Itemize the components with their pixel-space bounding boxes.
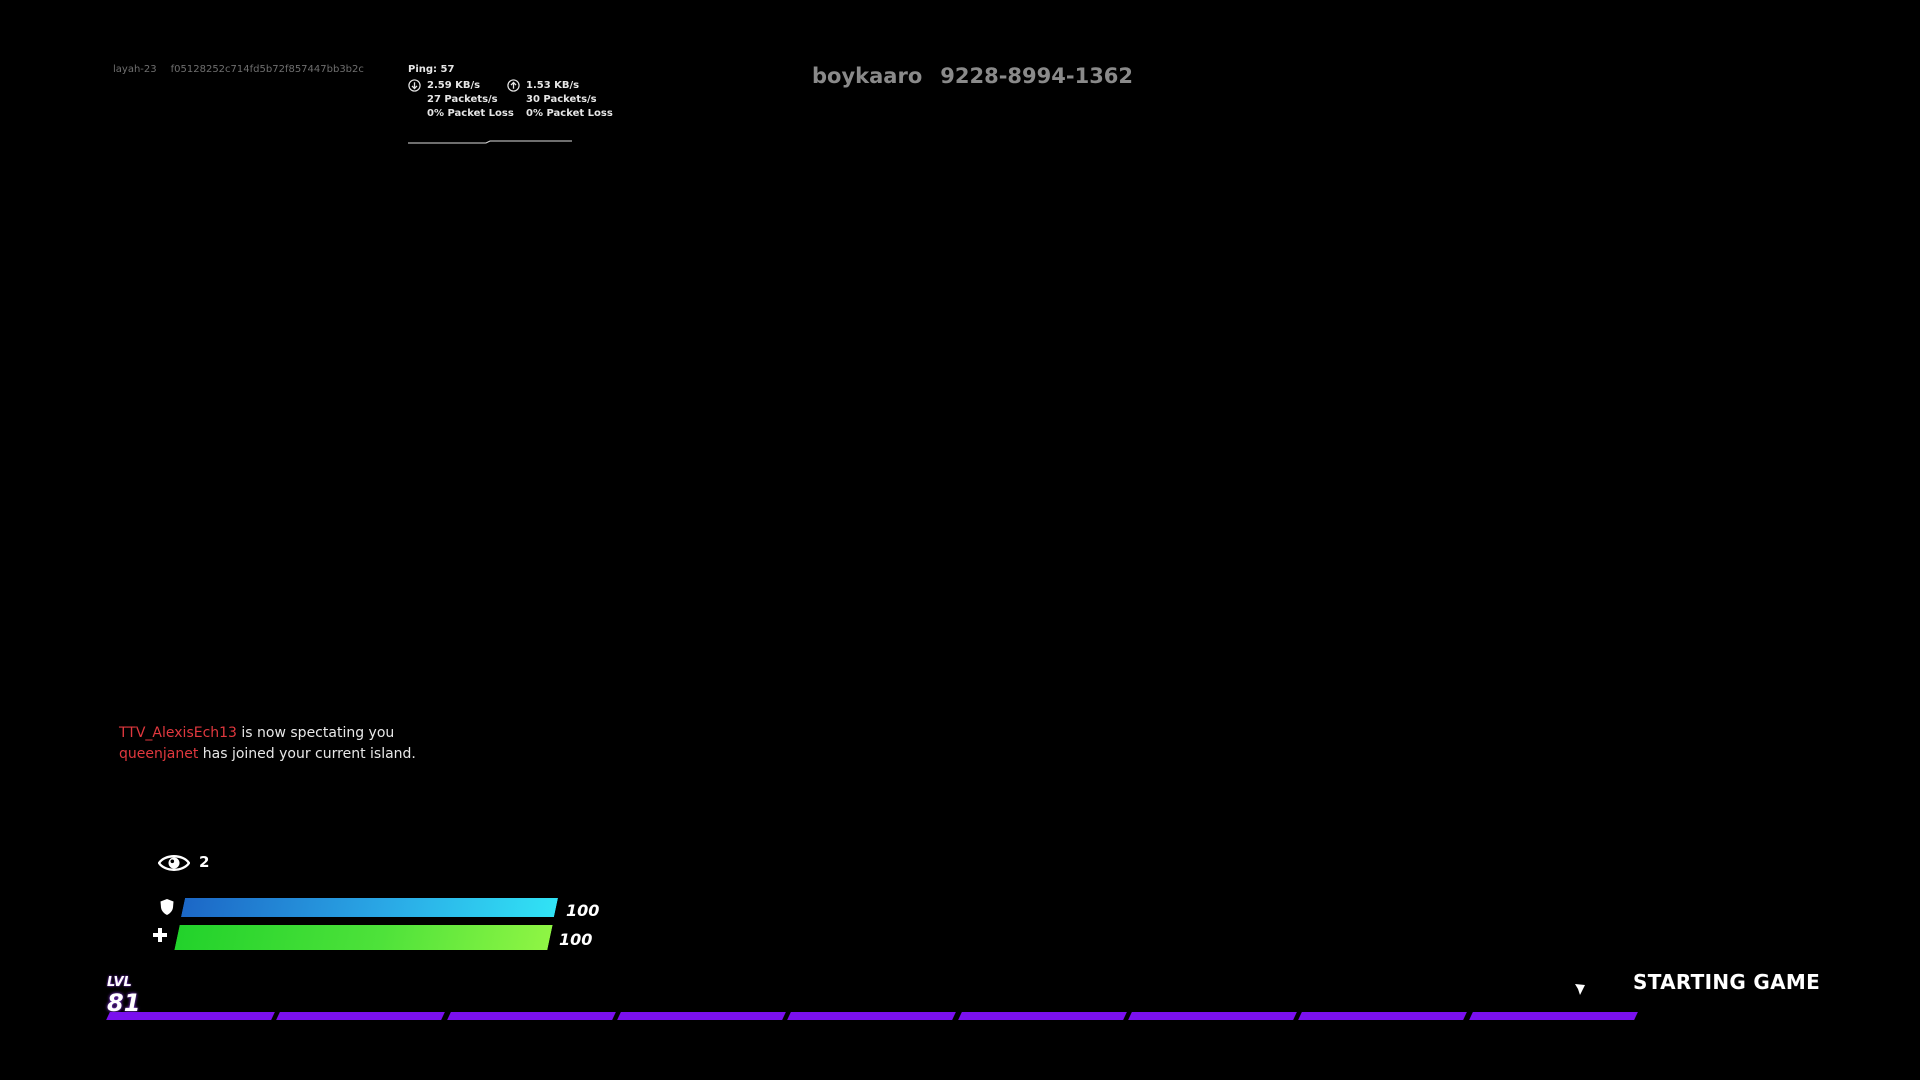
island-header: boykaaro 9228-8994-1362 xyxy=(812,64,1133,88)
xp-bar xyxy=(106,1012,1638,1021)
health-bar-fill xyxy=(174,925,553,950)
session-info: layah-23 f05128252c714fd5b72f857447bb3b2c xyxy=(113,64,364,75)
game-hud: layah-23 f05128252c714fd5b72f857447bb3b2c… xyxy=(0,0,1920,1080)
session-user-id: layah-23 xyxy=(113,64,157,75)
level-label: LVL xyxy=(107,975,132,990)
ping-label: Ping: 57 xyxy=(408,64,455,75)
xp-segment xyxy=(106,1012,276,1020)
download-packets: 27 Packets/s xyxy=(427,94,498,105)
download-arrow-icon xyxy=(408,79,421,92)
feed-row: queenjanet has joined your current islan… xyxy=(119,746,416,767)
feed-player-name: queenjanet xyxy=(119,746,199,762)
upload-loss: 0% Packet Loss xyxy=(526,108,613,119)
session-hash: f05128252c714fd5b72f857447bb3b2c xyxy=(170,64,364,75)
starting-game-status: STARTING GAME xyxy=(1633,970,1821,994)
shield-value: 100 xyxy=(566,901,600,920)
upload-arrow-icon xyxy=(507,79,520,92)
event-feed: TTV_AlexisEch13 is now spectating you qu… xyxy=(119,725,416,767)
shield-bar-fill xyxy=(180,898,559,917)
feed-player-name: TTV_AlexisEch13 xyxy=(119,725,237,741)
shield-icon xyxy=(160,899,174,915)
player-name: boykaaro xyxy=(812,64,923,88)
feed-row: TTV_AlexisEch13 is now spectating you xyxy=(119,725,416,746)
health-bar xyxy=(174,925,553,950)
island-code: 9228-8994-1362 xyxy=(940,64,1134,88)
eye-icon xyxy=(158,855,190,871)
xp-segment xyxy=(1468,1012,1638,1020)
level-badge: LVL 81 xyxy=(107,975,147,1017)
xp-segment xyxy=(1298,1012,1468,1020)
plus-icon xyxy=(153,928,167,942)
xp-segment xyxy=(446,1012,616,1020)
feed-message: is now spectating you xyxy=(236,725,395,741)
xp-segment xyxy=(617,1012,787,1020)
xp-segment xyxy=(787,1012,957,1020)
upload-rate: 1.53 KB/s xyxy=(526,80,580,91)
marker-icon xyxy=(1575,984,1585,995)
net-stats-panel: Ping: 57 2.59 KB/s 27 Packets/s 0% Packe… xyxy=(408,64,613,146)
xp-segment xyxy=(276,1012,446,1020)
download-loss: 0% Packet Loss xyxy=(427,108,514,119)
feed-message: has joined your current island. xyxy=(198,746,416,762)
shield-bar xyxy=(180,898,559,917)
upload-packets: 30 Packets/s xyxy=(526,94,597,105)
xp-segment xyxy=(1128,1012,1298,1020)
spectator-count: 2 xyxy=(199,853,210,871)
health-value: 100 xyxy=(559,930,593,949)
download-rate: 2.59 KB/s xyxy=(427,80,481,91)
net-graph xyxy=(408,140,572,144)
xp-segment xyxy=(957,1012,1127,1020)
